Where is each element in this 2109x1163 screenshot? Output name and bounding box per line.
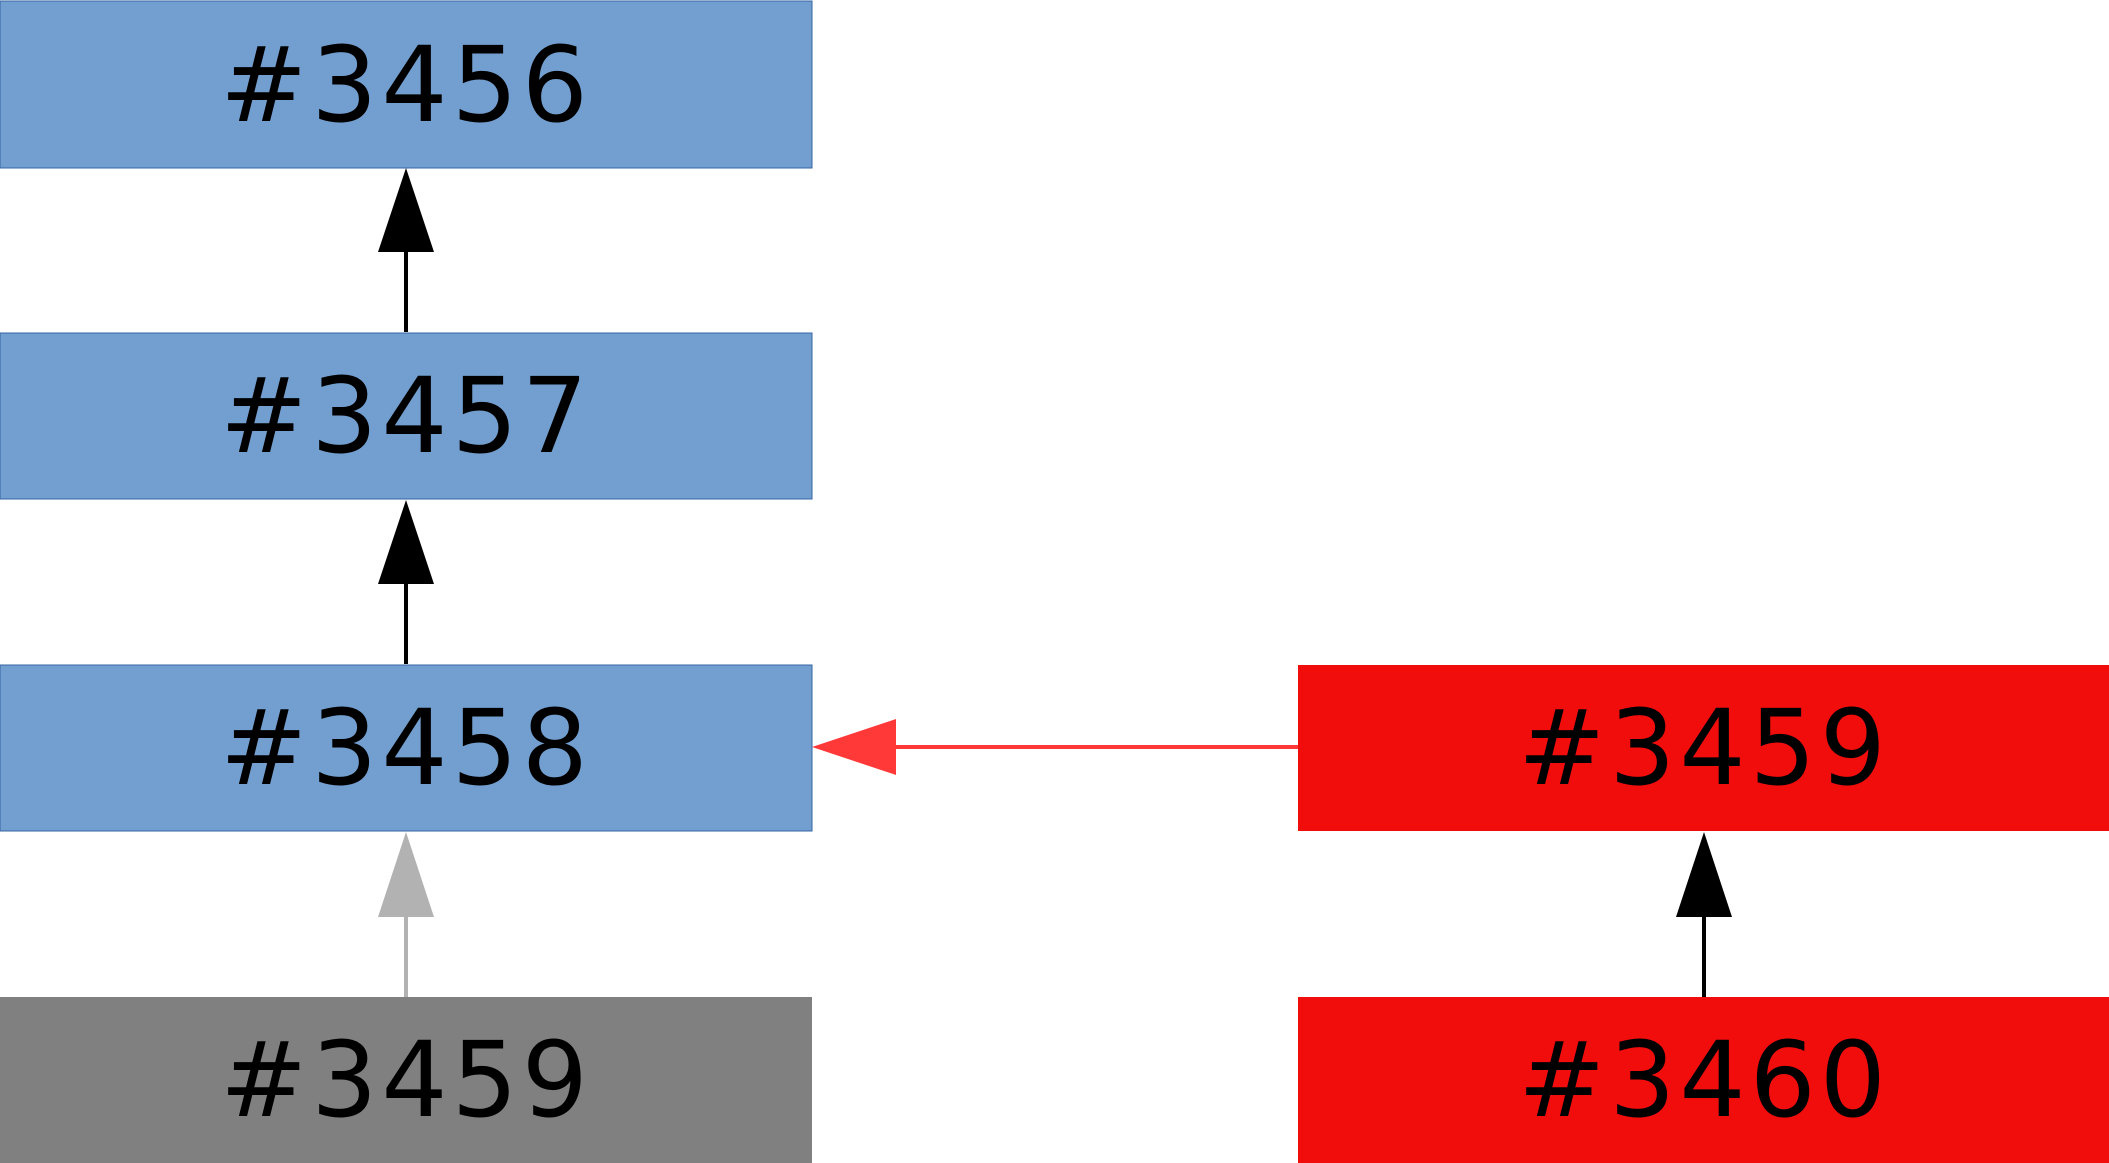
node-3458[interactable]: #3458 xyxy=(0,664,813,832)
arrowhead-icon xyxy=(812,719,896,775)
edge-3459-gray-to-3458 xyxy=(378,832,434,997)
arrowhead-icon xyxy=(378,832,434,917)
node-label: #3460 xyxy=(1518,1019,1890,1141)
node-label: #3458 xyxy=(220,687,592,809)
arrowhead-icon xyxy=(1676,832,1732,917)
node-3460-error[interactable]: #3460 xyxy=(1298,997,2109,1163)
edge-3459-red-to-3458 xyxy=(812,719,1298,775)
commit-graph-diagram: #3456 #3457 #3458 #3459 #3459 #3460 xyxy=(0,0,2109,1163)
node-label: #3459 xyxy=(220,1019,592,1141)
edge-3457-to-3456 xyxy=(378,168,434,332)
node-label: #3459 xyxy=(1518,687,1890,809)
arrowhead-icon xyxy=(378,168,434,252)
arrowhead-icon xyxy=(378,500,434,584)
edge-3458-to-3457 xyxy=(378,500,434,664)
node-3459-inactive[interactable]: #3459 xyxy=(0,997,812,1163)
node-label: #3457 xyxy=(220,355,592,477)
node-label: #3456 xyxy=(220,24,592,146)
edge-3460-to-3459-red xyxy=(1676,832,1732,997)
node-3459-error[interactable]: #3459 xyxy=(1298,665,2109,831)
node-3457[interactable]: #3457 xyxy=(0,332,813,500)
node-3456[interactable]: #3456 xyxy=(0,0,813,169)
